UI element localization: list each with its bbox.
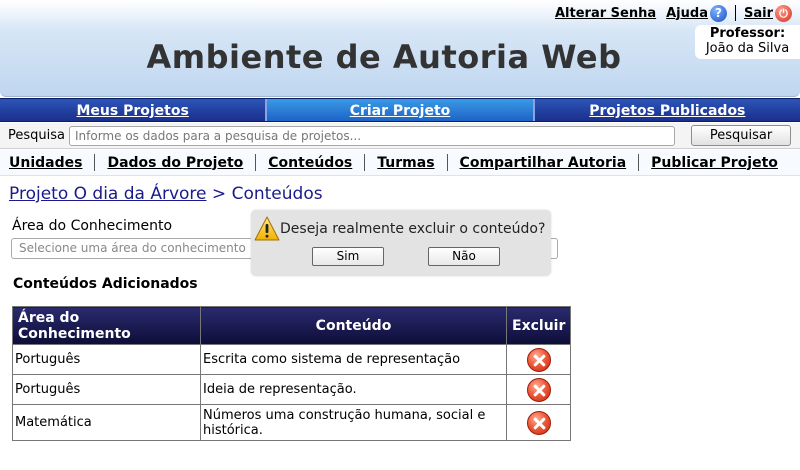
project-sub-nav: Unidades Dados do Projeto Conteúdos Turm… <box>0 150 800 176</box>
search-input[interactable] <box>69 125 675 146</box>
cell-area: Matemática <box>12 404 201 441</box>
table-row: Português Ideia de representação. <box>12 374 572 405</box>
divider <box>734 5 736 21</box>
area-field-label: Área do Conhecimento <box>12 218 173 234</box>
confirm-no-button[interactable]: Não <box>428 247 500 266</box>
cell-area: Português <box>12 344 201 375</box>
help-link[interactable]: Ajuda? <box>666 4 727 22</box>
logout-label[interactable]: Sair <box>744 6 773 21</box>
breadcrumb-separator: > <box>211 184 227 204</box>
subnav-publicar-projeto[interactable]: Publicar Projeto <box>639 155 790 171</box>
delete-icon[interactable] <box>526 377 551 402</box>
subnav-unidades[interactable]: Unidades <box>0 155 94 171</box>
table-header-row: Área do Conhecimento Conteúdo Excluir <box>12 306 572 345</box>
contents-section-title: Conteúdos Adicionados <box>13 276 198 292</box>
logout-link[interactable]: Sair ⏻ <box>744 4 792 22</box>
app-header: Alterar Senha Ajuda? Sair ⏻ Professor: Jo… <box>0 0 800 97</box>
subnav-compartilhar-autoria[interactable]: Compartilhar Autoria <box>448 155 639 171</box>
help-label[interactable]: Ajuda <box>666 6 708 21</box>
subnav-conteudos[interactable]: Conteúdos <box>256 155 364 171</box>
search-bar: Pesquisa Pesquisar <box>0 123 800 149</box>
column-header-content: Conteúdo <box>200 306 507 345</box>
help-icon[interactable]: ? <box>709 4 727 22</box>
main-nav: Meus Projetos Criar Projeto Projetos Pub… <box>0 98 800 122</box>
delete-icon[interactable] <box>526 347 551 372</box>
breadcrumb-current: Conteúdos <box>231 184 323 204</box>
breadcrumb-project-link[interactable]: Projeto O dia da Árvore <box>9 184 207 204</box>
table-row: Matemática Números uma construção humana… <box>12 404 572 441</box>
delete-icon[interactable] <box>526 410 551 435</box>
cell-content: Escrita como sistema de representação <box>200 344 507 375</box>
top-links: Alterar Senha Ajuda? Sair ⏻ <box>555 3 792 23</box>
dialog-message: Deseja realmente excluir o conteúdo? <box>280 221 546 237</box>
cell-area: Português <box>12 374 201 405</box>
search-button[interactable]: Pesquisar <box>691 125 791 146</box>
search-label: Pesquisa <box>8 128 65 143</box>
breadcrumb: Projeto O dia da Árvore > Conteúdos <box>9 184 323 204</box>
subnav-turmas[interactable]: Turmas <box>365 155 446 171</box>
tab-criar-projeto[interactable]: Criar Projeto <box>267 99 535 121</box>
app-title: Ambiente de Autoria Web <box>146 38 622 76</box>
power-icon[interactable]: ⏻ <box>775 4 792 22</box>
warning-icon <box>254 216 280 241</box>
cell-delete <box>505 374 572 405</box>
column-header-delete: Excluir <box>505 306 572 345</box>
tab-projetos-publicados[interactable]: Projetos Publicados <box>535 99 800 121</box>
confirm-yes-button[interactable]: Sim <box>312 247 384 266</box>
subnav-dados-do-projeto[interactable]: Dados do Projeto <box>95 155 255 171</box>
cell-content: Ideia de representação. <box>200 374 507 405</box>
table-row: Português Escrita como sistema de repres… <box>12 344 572 375</box>
cell-content: Números uma construção humana, social e … <box>200 404 507 441</box>
cell-delete <box>505 404 572 441</box>
contents-table: Área do Conhecimento Conteúdo Excluir Po… <box>12 306 572 441</box>
confirm-delete-dialog: Deseja realmente excluir o conteúdo? Sim… <box>251 210 551 276</box>
tab-meus-projetos[interactable]: Meus Projetos <box>0 99 268 121</box>
cell-delete <box>505 344 572 375</box>
change-password-link[interactable]: Alterar Senha <box>555 6 656 21</box>
column-header-area: Área do Conhecimento <box>12 306 201 345</box>
